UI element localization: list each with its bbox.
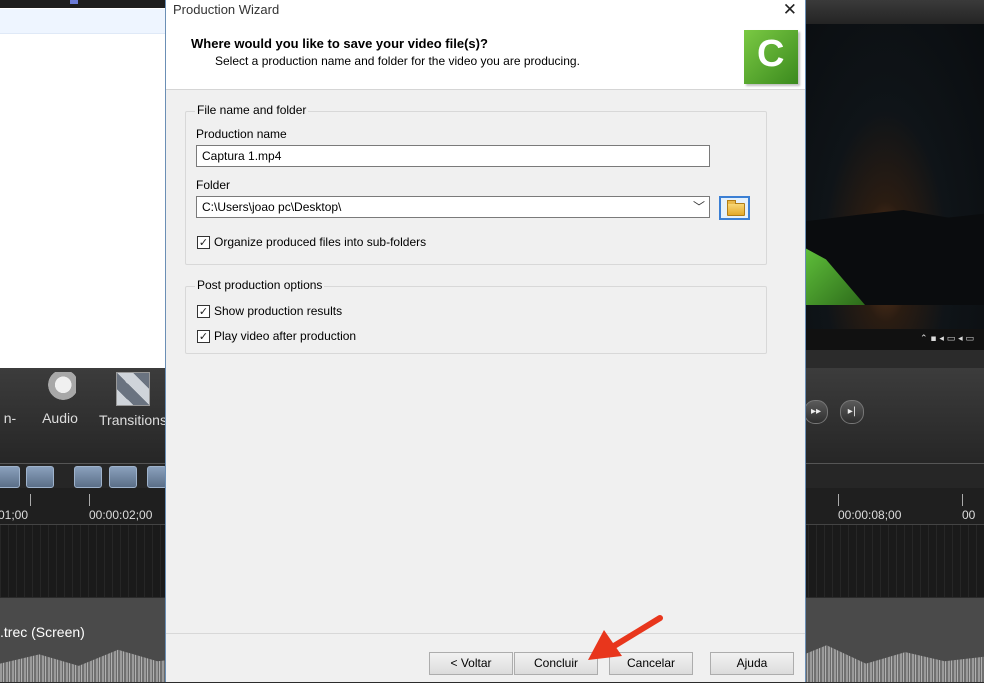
header-subtitle: Select a production name and folder for … xyxy=(215,54,580,68)
organize-subfolders-checkbox[interactable]: ✓ xyxy=(197,236,210,249)
transitions-tool-button[interactable]: Transitions xyxy=(98,368,168,438)
tray-icons: ⌃ ▪ ◂ ▭ ◂ ▭ xyxy=(920,334,974,344)
logo-letter: C xyxy=(757,33,785,75)
show-results-checkbox[interactable]: ✓ xyxy=(197,305,210,318)
split-button[interactable] xyxy=(109,466,137,488)
partial-tool[interactable]: n- xyxy=(0,368,20,438)
wizard-header: Where would you like to save your video … xyxy=(166,20,805,90)
ruler-tick xyxy=(838,494,839,506)
cut-button[interactable] xyxy=(74,466,102,488)
group-legend: File name and folder xyxy=(195,103,309,117)
production-name-label: Production name xyxy=(196,127,287,141)
finish-button[interactable]: Concluir xyxy=(514,652,598,675)
folder-value: C:\Users\joao pc\Desktop\ xyxy=(202,200,342,214)
post-production-group: Post production options ✓ Show productio… xyxy=(185,278,767,354)
chevron-down-icon[interactable]: ﹀ xyxy=(693,197,705,217)
copy-button[interactable] xyxy=(147,466,167,488)
browse-folder-button[interactable] xyxy=(719,196,750,220)
clip-label: .trec (Screen) xyxy=(0,624,85,640)
audio-tool-label: Audio xyxy=(42,410,78,426)
folder-combobox[interactable]: C:\Users\joao pc\Desktop\ ﹀ xyxy=(196,196,710,218)
camtasia-logo: C xyxy=(744,30,798,84)
folder-icon xyxy=(727,200,745,216)
preview-header xyxy=(805,0,984,24)
dialog-titlebar: Production Wizard ✕ xyxy=(166,0,805,20)
ruler-tick xyxy=(89,494,90,506)
undo-button[interactable] xyxy=(0,466,20,488)
close-icon[interactable]: ✕ xyxy=(783,0,797,20)
redo-button[interactable] xyxy=(26,466,54,488)
audio-tool-button[interactable]: Audio xyxy=(36,368,84,438)
ruler-label: 00:00:02;00 xyxy=(89,508,153,522)
file-name-folder-group: File name and folder Production name Cap… xyxy=(185,103,767,265)
group-legend: Post production options xyxy=(195,278,325,292)
header-title: Where would you like to save your video … xyxy=(191,36,488,51)
fast-forward-button[interactable]: ▸▸ xyxy=(804,400,828,424)
show-results-label[interactable]: Show production results xyxy=(214,304,342,318)
ruler-label: 01;00 xyxy=(0,508,29,522)
ruler-tick xyxy=(962,494,963,506)
next-button[interactable]: ▸| xyxy=(840,400,864,424)
back-button[interactable]: < Voltar xyxy=(429,652,513,675)
cancel-button[interactable]: Cancelar xyxy=(609,652,693,675)
folder-label: Folder xyxy=(196,178,231,192)
partial-tool-icon xyxy=(0,372,32,404)
production-wizard-dialog: Production Wizard ✕ Where would you like… xyxy=(165,0,806,682)
background-left-panel xyxy=(0,0,165,368)
play-video-checkbox[interactable]: ✓ xyxy=(197,330,210,343)
organize-subfolders-label[interactable]: Organize produced files into sub-folders xyxy=(214,235,426,249)
transitions-icon xyxy=(116,372,150,406)
speaker-icon xyxy=(44,372,76,404)
ruler-label: 00:00:08;00 xyxy=(838,508,902,522)
partial-tool-label: n- xyxy=(3,410,17,426)
preview-taskbar: ⌃ ▪ ◂ ▭ ◂ ▭ xyxy=(805,329,984,350)
panel-strip xyxy=(0,0,165,8)
play-video-label[interactable]: Play video after production xyxy=(214,329,356,343)
selected-row[interactable] xyxy=(0,9,165,34)
dialog-button-bar: < Voltar Concluir Cancelar Ajuda xyxy=(166,633,805,683)
production-name-input[interactable]: Captura 1.mp4 xyxy=(196,145,710,167)
transitions-tool-label: Transitions xyxy=(99,412,167,428)
video-preview: ⌃ ▪ ◂ ▭ ◂ ▭ xyxy=(805,0,984,350)
help-button[interactable]: Ajuda xyxy=(710,652,794,675)
panel-strip-marker xyxy=(70,0,78,4)
ruler-label: 00 xyxy=(962,508,976,522)
ruler-tick xyxy=(30,494,31,506)
dialog-title: Production Wizard xyxy=(173,2,280,17)
